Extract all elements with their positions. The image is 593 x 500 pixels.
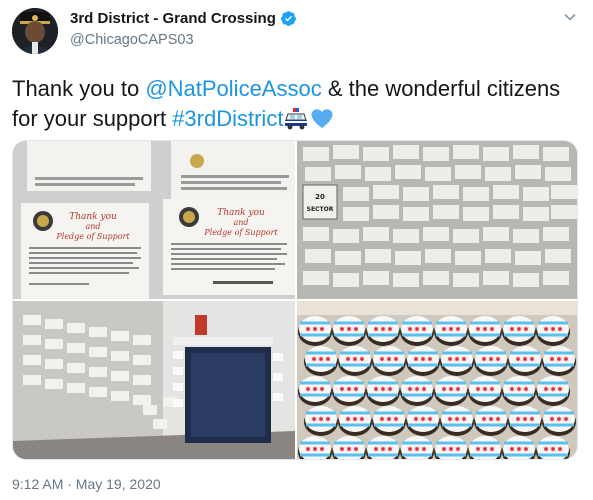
verified-badge-icon [280, 11, 296, 26]
tweet-timestamp[interactable]: 9:12 AM · May 19, 2020 [12, 476, 161, 492]
cupcake [366, 376, 400, 406]
cupcake [338, 406, 372, 436]
cupcake [372, 406, 406, 436]
cupcake [400, 316, 434, 346]
pledge-cards-photo[interactable]: Thank you and Pledge of Support Thank yo… [13, 141, 295, 299]
cupcake [366, 316, 400, 346]
cupcake [440, 406, 474, 436]
cupcake [434, 376, 468, 406]
pledge-card: Thank you and Pledge of Support [163, 199, 295, 295]
author-name-row: 3rd District - Grand Crossing [70, 10, 297, 27]
cupcake [298, 376, 332, 406]
hashtag-link[interactable]: #3rdDistrict [172, 106, 283, 131]
cupcake [304, 346, 338, 376]
cupcake [474, 346, 508, 376]
card-title-line1: Thank you [69, 212, 117, 222]
author-handle[interactable]: @ChicagoCAPS03 [70, 32, 194, 48]
cupcake [508, 346, 542, 376]
tweet-text-part: Thank you to [12, 76, 146, 101]
cupcake [502, 376, 536, 406]
cupcake [536, 376, 570, 406]
cupcake [406, 346, 440, 376]
cupcake [440, 346, 474, 376]
cupcake [536, 316, 570, 346]
chevron-down-icon[interactable] [563, 10, 577, 24]
cupcake [372, 346, 406, 376]
wall-of-cards-photo[interactable]: 20 SECTOR [297, 141, 577, 299]
sector-sign: 20 SECTOR [302, 184, 338, 220]
card-title-line2: and [233, 218, 248, 227]
cupcake [338, 346, 372, 376]
pledge-card: Thank you and Pledge of Support [21, 203, 149, 299]
cupcake [406, 406, 440, 436]
cupcake [474, 406, 508, 436]
avatar[interactable] [12, 8, 58, 54]
mention-link[interactable]: @NatPoliceAssoc [145, 76, 321, 101]
tweet-card: 3rd District - Grand Crossing @ChicagoCA… [0, 0, 593, 500]
cupcake [298, 316, 332, 346]
hallway-cards-photo[interactable] [13, 301, 295, 459]
chicago-flag-cupcakes-photo[interactable] [297, 301, 577, 459]
cupcake [508, 406, 542, 436]
police-car-emoji-icon [285, 108, 308, 130]
media-grid: Thank you and Pledge of Support Thank yo… [12, 140, 578, 460]
sector-label: SECTOR [307, 206, 334, 213]
tweet-text: Thank you to @NatPoliceAssoc & the wonde… [12, 74, 572, 134]
cupcake [502, 316, 536, 346]
cupcake [434, 316, 468, 346]
card-title-line1: Thank you [217, 208, 265, 218]
cupcake [468, 376, 502, 406]
cupcake [400, 376, 434, 406]
card-title-line3: Pledge of Support [203, 228, 278, 237]
pledge-card [27, 141, 151, 191]
cupcake [332, 376, 366, 406]
display-name[interactable]: 3rd District - Grand Crossing [70, 10, 276, 27]
sector-number: 20 [315, 193, 325, 201]
card-title-line3: Pledge of Support [55, 232, 130, 241]
cupcake [542, 406, 576, 436]
pledge-card [171, 141, 295, 199]
cupcake [468, 316, 502, 346]
blue-heart-emoji-icon [311, 109, 333, 128]
cupcake [304, 406, 338, 436]
card-title-line2: and [85, 222, 100, 231]
cupcake [332, 316, 366, 346]
cupcake [542, 346, 576, 376]
